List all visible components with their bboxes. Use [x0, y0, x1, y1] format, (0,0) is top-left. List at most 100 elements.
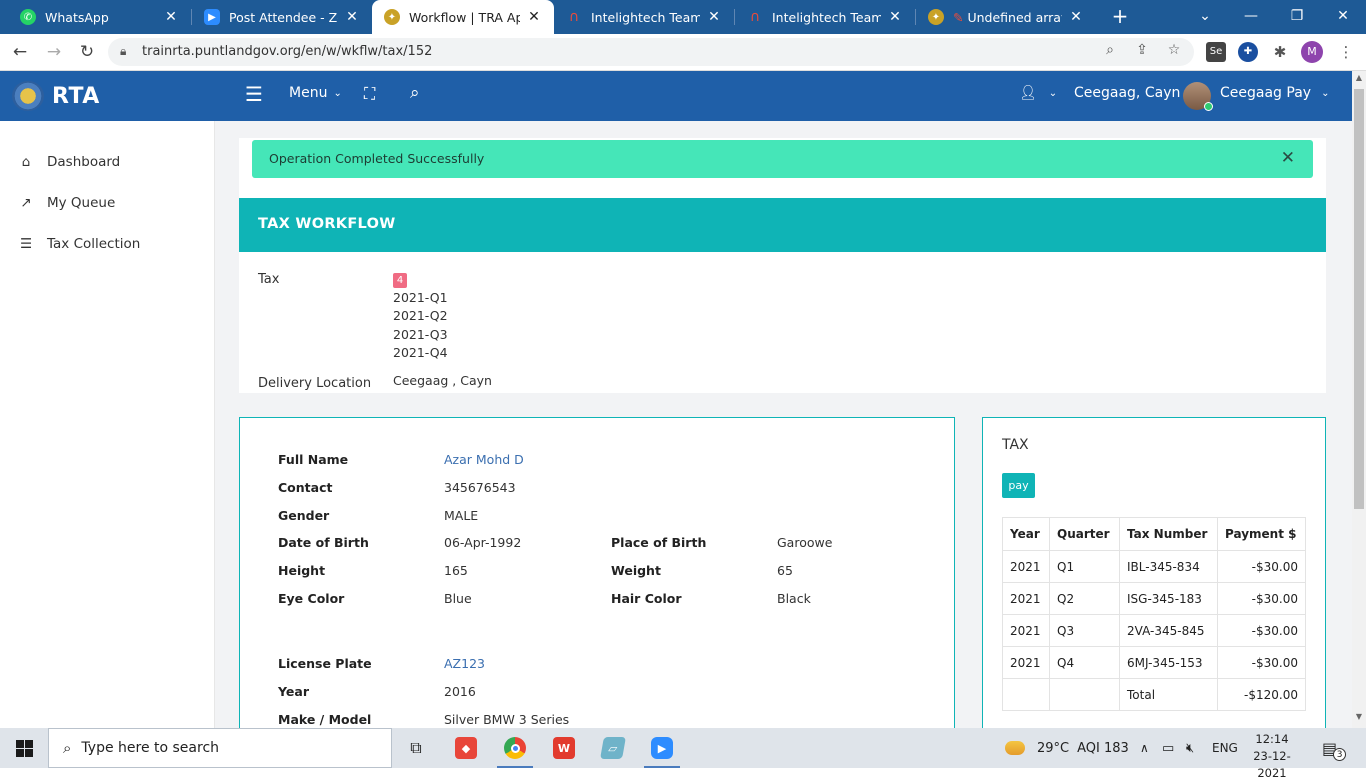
full-name-link[interactable]: Azar Mohd D [444, 452, 524, 467]
field-label: Contact [278, 480, 333, 495]
browser-tab[interactable]: ∩ Intelightech Teams Po ✕ [554, 0, 734, 34]
browser-tab[interactable]: ✦ ✎ Undefined array ke ✕ [916, 0, 1096, 34]
task-view-icon[interactable]: ⧉ [392, 728, 440, 768]
license-plate-link[interactable]: AZ123 [444, 656, 485, 671]
table-row: 2021 Q1 IBL-345-834 -$30.00 [1002, 550, 1306, 583]
close-tab-icon[interactable]: ✕ [706, 9, 722, 25]
headset-icon: ∩ [749, 9, 761, 25]
clock[interactable]: 12:14 23-12-2021 [1242, 731, 1302, 782]
user-dropdown[interactable]: 👤︎ ⌄ [1019, 85, 1057, 101]
scroll-up-icon[interactable]: ▲ [1352, 73, 1366, 87]
anydesk-icon[interactable]: ◆ [442, 728, 490, 768]
weather-widget[interactable]: 29°C AQI 183 [1005, 728, 1129, 768]
tab-title: WhatsApp [45, 9, 109, 25]
page-scrollbar[interactable]: ▲ ▼ [1352, 71, 1366, 728]
zoom-lens-icon[interactable]: ⌕ [1100, 42, 1120, 58]
date: 23-12-2021 [1253, 749, 1291, 780]
puzzle-extensions-icon[interactable]: ✱ [1270, 42, 1290, 62]
cell-tax-number: IBL-345-834 [1119, 550, 1218, 583]
language-indicator[interactable]: ENG [1212, 728, 1238, 768]
new-tab-button[interactable]: + [1108, 5, 1132, 29]
notes-app-icon[interactable]: ▱ [589, 728, 637, 768]
browser-tab[interactable]: ∩ Intelightech Teams Po ✕ [735, 0, 915, 34]
search-icon[interactable]: ⌕ [410, 83, 420, 103]
brand-name: RTA [52, 83, 100, 109]
profile-avatar[interactable]: M [1301, 41, 1323, 63]
reload-button[interactable]: ↻ [75, 41, 99, 65]
browser-tab[interactable]: ▶ Post Attendee - Zoom ✕ [192, 0, 372, 34]
restore-button[interactable]: ❐ [1274, 0, 1320, 34]
browser-tab-active[interactable]: ✦ Workflow | TRA App ✕ [372, 0, 554, 34]
cell-year: 2021 [1002, 582, 1050, 615]
account-dropdown[interactable]: Ceegaag Pay ⌄ [1220, 85, 1329, 101]
url-text: trainrta.puntlandgov.org/en/w/wkflw/tax/… [142, 44, 433, 59]
alert-message: Operation Completed Successfully [269, 151, 485, 166]
field-label: Eye Color [278, 591, 345, 606]
field-label: Place of Birth [611, 535, 707, 550]
extension-icon[interactable]: ✚ [1238, 42, 1258, 62]
search-placeholder: Type here to search [81, 740, 220, 756]
column-header: Quarter [1049, 517, 1120, 551]
browser-tab[interactable]: ✆ WhatsApp ✕ [8, 0, 191, 34]
app-header: RTA ☰ Menu ⌄ ⛶ ⌕ 👤︎ ⌄ Ceegaag, Cayn Ceeg… [0, 71, 1352, 121]
tax-count-badge: 4 [393, 273, 407, 288]
battery-icon[interactable]: ▭ [1162, 728, 1174, 768]
browser-tab-strip: ✆ WhatsApp ✕ ▶ Post Attendee - Zoom ✕ ✦ … [0, 0, 1366, 34]
cell-quarter: Q2 [1049, 582, 1120, 615]
sidebar-item-tax-collection[interactable]: ☰ Tax Collection [18, 236, 140, 252]
field-label: Hair Color [611, 591, 682, 606]
start-button[interactable] [0, 728, 48, 768]
cell-payment: -$30.00 [1217, 550, 1306, 583]
temperature: 29°C [1037, 740, 1070, 756]
close-tab-icon[interactable]: ✕ [1068, 9, 1084, 25]
back-button[interactable]: ← [8, 41, 32, 65]
notification-center[interactable]: ▤ 3 [1322, 728, 1347, 768]
sidebar-item-my-queue[interactable]: ↗ My Queue [18, 195, 115, 211]
taskbar: ⌕ Type here to search ⧉ ◆ W ▱ ▶ 29°C AQI… [0, 728, 1366, 780]
url-field[interactable]: 🔒︎ trainrta.puntlandgov.org/en/w/wkflw/t… [108, 38, 1194, 66]
close-tab-icon[interactable]: ✕ [344, 9, 360, 25]
selenium-extension-icon[interactable]: Se [1206, 42, 1226, 62]
card-title: TAX WORKFLOW [239, 198, 1326, 252]
wps-office-icon[interactable]: W [540, 728, 588, 768]
hamburger-menu-icon[interactable]: ☰ [245, 82, 263, 106]
close-tab-icon[interactable]: ✕ [526, 9, 542, 25]
pay-button[interactable]: pay [1002, 473, 1035, 498]
cell-year: 2021 [1002, 614, 1050, 647]
scroll-down-icon[interactable]: ▼ [1352, 712, 1366, 726]
menu-dropdown[interactable]: Menu ⌄ [289, 85, 342, 101]
minimize-button[interactable]: — [1228, 0, 1274, 34]
bookmark-star-icon[interactable]: ☆ [1164, 42, 1184, 58]
chrome-icon[interactable] [491, 728, 539, 768]
share-icon[interactable]: ⇪ [1132, 42, 1152, 58]
trend-icon: ↗ [20, 195, 32, 211]
more-menu-icon[interactable]: ⋮ [1336, 42, 1356, 62]
pencil-icon: ✎ [953, 9, 964, 25]
success-alert: Operation Completed Successfully ✕ [252, 140, 1313, 178]
windows-icon [15, 739, 33, 757]
cell-payment: -$30.00 [1217, 646, 1306, 679]
cell-payment: -$30.00 [1217, 614, 1306, 647]
close-tab-icon[interactable]: ✕ [887, 9, 903, 25]
taskbar-search[interactable]: ⌕ Type here to search [48, 728, 392, 768]
tab-search-button[interactable]: ⌄ [1182, 0, 1228, 34]
speaker-muted-icon[interactable]: 🔇︎ [1186, 728, 1194, 768]
whatsapp-icon: ✆ [20, 9, 36, 25]
table-header-row: Year Quarter Tax Number Payment $ [1002, 517, 1306, 551]
close-tab-icon[interactable]: ✕ [163, 9, 179, 25]
sidebar-item-label: My Queue [47, 195, 116, 211]
field-label: Gender [278, 508, 330, 523]
forward-button[interactable]: → [42, 41, 66, 65]
tab-title: Undefined array ke [967, 9, 1062, 25]
cell-tax-number: 6MJ-345-153 [1119, 646, 1218, 679]
zoom-app-icon[interactable]: ▶ [638, 728, 686, 768]
close-icon[interactable]: ✕ [1281, 148, 1295, 168]
sidebar-item-dashboard[interactable]: ⌂ Dashboard [18, 154, 121, 170]
avatar[interactable] [1183, 82, 1213, 111]
app-logo[interactable]: RTA [12, 81, 100, 111]
show-hidden-icons[interactable]: ∧ [1140, 728, 1149, 768]
scrollbar-thumb[interactable] [1354, 89, 1364, 509]
close-window-button[interactable]: ✕ [1320, 0, 1366, 34]
fullscreen-icon[interactable]: ⛶ [364, 84, 375, 104]
list-icon: ☰ [19, 236, 33, 252]
